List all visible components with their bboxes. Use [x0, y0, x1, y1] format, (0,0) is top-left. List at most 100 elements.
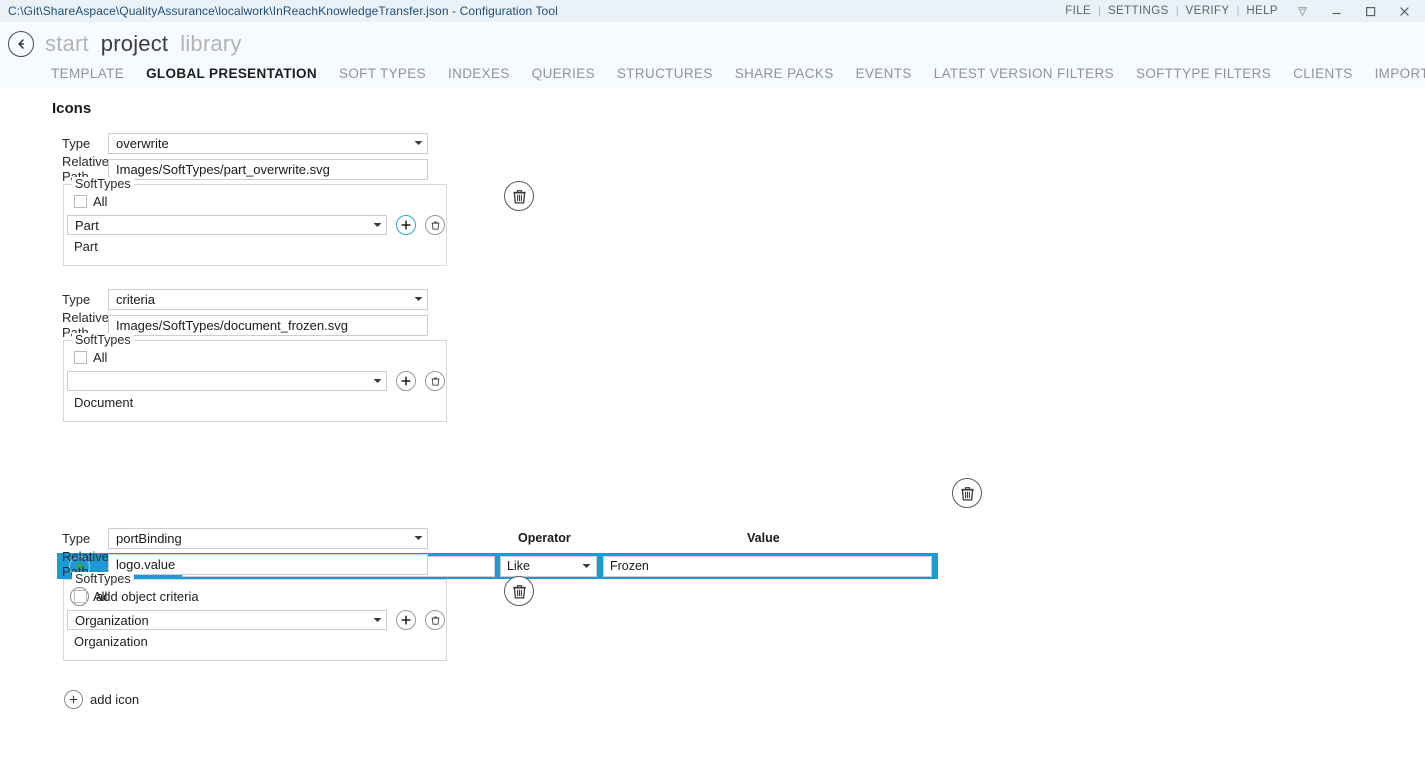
softtype-value: Organization	[68, 613, 368, 628]
tab-template[interactable]: TEMPLATE	[40, 66, 135, 81]
chevron-down-icon	[368, 222, 386, 228]
minimize-icon[interactable]	[1319, 0, 1353, 22]
all-checkbox[interactable]	[74, 351, 87, 364]
icon-entry-3: Type portBinding Relative Path logo.valu…	[0, 527, 1425, 579]
menu-verify[interactable]: VERIFY	[1179, 5, 1237, 17]
breadcrumb-item-library[interactable]: library	[180, 31, 241, 57]
breadcrumb-item-start[interactable]: start	[45, 31, 89, 57]
tab-import-attributes[interactable]: IMPORT ATTRIBUTES	[1364, 66, 1425, 81]
tab-queries[interactable]: QUERIES	[521, 66, 606, 81]
all-checkbox-row-1[interactable]: All	[74, 194, 107, 209]
softtypes-group-3: SoftTypes All Organization	[63, 579, 447, 661]
chevron-down-icon	[368, 378, 386, 384]
tab-bar: TEMPLATE GLOBAL PRESENTATION SOFT TYPES …	[0, 60, 1425, 86]
relative-path-value: logo.value	[109, 557, 175, 572]
type-label: Type	[0, 531, 108, 546]
softtypes-legend: SoftTypes	[72, 572, 134, 586]
all-checkbox-row-3[interactable]: All	[74, 589, 107, 604]
tab-events[interactable]: EVENTS	[845, 66, 923, 81]
icon-entry-1: Type overwrite Relative Path Images/Soft…	[0, 132, 1425, 184]
relative-path-row: Relative Path logo.value	[0, 553, 1425, 575]
add-icon-label: add icon	[90, 692, 139, 707]
type-row: Type criteria	[0, 288, 1425, 310]
softtype-selector-row-2	[67, 371, 445, 391]
all-checkbox[interactable]	[74, 590, 87, 603]
menu-settings[interactable]: SETTINGS	[1101, 5, 1176, 17]
type-dropdown[interactable]: overwrite	[108, 133, 428, 154]
all-label: All	[93, 350, 107, 365]
type-dropdown[interactable]: criteria	[108, 289, 428, 310]
softtype-list-item[interactable]: Document	[74, 395, 133, 410]
relative-path-value: Images/SoftTypes/part_overwrite.svg	[109, 162, 330, 177]
delete-icon-entry-button-3[interactable]	[504, 576, 534, 606]
type-value: criteria	[109, 292, 409, 307]
type-label: Type	[0, 292, 108, 307]
type-row: Type portBinding	[0, 527, 1425, 549]
all-checkbox-row-2[interactable]: All	[74, 350, 107, 365]
softtype-list-item[interactable]: Organization	[74, 634, 148, 649]
breadcrumb-item-project[interactable]: project	[101, 31, 168, 57]
softtype-selector-row-1: Part	[67, 215, 445, 235]
relative-path-row: Relative Path Images/SoftTypes/part_over…	[0, 158, 1425, 180]
shield-chevron-icon[interactable]	[1285, 0, 1319, 22]
tab-structures[interactable]: STRUCTURES	[606, 66, 724, 81]
softtype-value: Part	[68, 218, 368, 233]
type-dropdown[interactable]: portBinding	[108, 528, 428, 549]
type-label: Type	[0, 136, 108, 151]
add-icon-link[interactable]: add icon	[64, 690, 139, 709]
add-softtype-button[interactable]	[396, 215, 416, 235]
delete-icon-entry-button-2[interactable]	[952, 478, 982, 508]
tab-clients[interactable]: CLIENTS	[1282, 66, 1363, 81]
tab-latest-version-filters[interactable]: LATEST VERSION FILTERS	[923, 66, 1125, 81]
tab-global-presentation[interactable]: GLOBAL PRESENTATION	[135, 66, 328, 81]
softtype-list-item[interactable]: Part	[74, 239, 98, 254]
softtypes-group-1: SoftTypes All Part	[63, 184, 447, 266]
tab-share-packs[interactable]: SHARE PACKS	[724, 66, 845, 81]
type-row: Type overwrite	[0, 132, 1425, 154]
page-title: Icons	[52, 100, 91, 117]
delete-icon-entry-button-1[interactable]	[504, 181, 534, 211]
breadcrumb: start project library	[0, 22, 1425, 60]
delete-softtype-button[interactable]	[425, 371, 445, 391]
add-softtype-button[interactable]	[396, 610, 416, 630]
softtypes-group-2: SoftTypes All	[63, 340, 447, 422]
softtype-dropdown[interactable]: Part	[67, 215, 387, 235]
tab-softtype-filters[interactable]: SOFTTYPE FILTERS	[1125, 66, 1282, 81]
all-label: All	[93, 589, 107, 604]
back-arrow-icon[interactable]	[8, 31, 34, 57]
all-label: All	[93, 194, 107, 209]
plus-circle-icon	[64, 690, 83, 709]
close-icon[interactable]	[1387, 0, 1421, 22]
delete-softtype-button[interactable]	[425, 215, 445, 235]
window-title: C:\Git\ShareAspace\QualityAssurance\loca…	[0, 4, 558, 18]
relative-path-input[interactable]: Images/SoftTypes/part_overwrite.svg	[108, 159, 428, 180]
window-titlebar: C:\Git\ShareAspace\QualityAssurance\loca…	[0, 0, 1425, 22]
relative-path-input[interactable]: logo.value	[108, 554, 428, 575]
chevron-down-icon	[409, 140, 427, 146]
tab-soft-types[interactable]: SOFT TYPES	[328, 66, 437, 81]
icon-entry-2: Type criteria Relative Path Images/SoftT…	[0, 288, 1425, 340]
chevron-down-icon	[409, 296, 427, 302]
type-value: overwrite	[109, 136, 409, 151]
main-content: Icons Type overwrite Relative Path Image…	[0, 88, 1425, 758]
chevron-down-icon	[368, 617, 386, 623]
menu-help[interactable]: HELP	[1239, 5, 1285, 17]
relative-path-row: Relative Path Images/SoftTypes/document_…	[0, 314, 1425, 336]
add-softtype-button[interactable]	[396, 371, 416, 391]
page-header: start project library TEMPLATE GLOBAL PR…	[0, 22, 1425, 88]
softtype-selector-row-3: Organization	[67, 610, 445, 630]
softtype-dropdown[interactable]: Organization	[67, 610, 387, 630]
relative-path-value: Images/SoftTypes/document_frozen.svg	[109, 318, 348, 333]
relative-path-input[interactable]: Images/SoftTypes/document_frozen.svg	[108, 315, 428, 336]
softtypes-legend: SoftTypes	[72, 177, 134, 191]
softtype-dropdown[interactable]	[67, 371, 387, 391]
type-value: portBinding	[109, 531, 409, 546]
window-menu: FILE | SETTINGS | VERIFY | HELP	[1058, 0, 1425, 22]
softtypes-legend: SoftTypes	[72, 333, 134, 347]
tab-indexes[interactable]: INDEXES	[437, 66, 521, 81]
menu-file[interactable]: FILE	[1058, 5, 1098, 17]
maximize-icon[interactable]	[1353, 0, 1387, 22]
all-checkbox[interactable]	[74, 195, 87, 208]
chevron-down-icon	[409, 535, 427, 541]
delete-softtype-button[interactable]	[425, 610, 445, 630]
